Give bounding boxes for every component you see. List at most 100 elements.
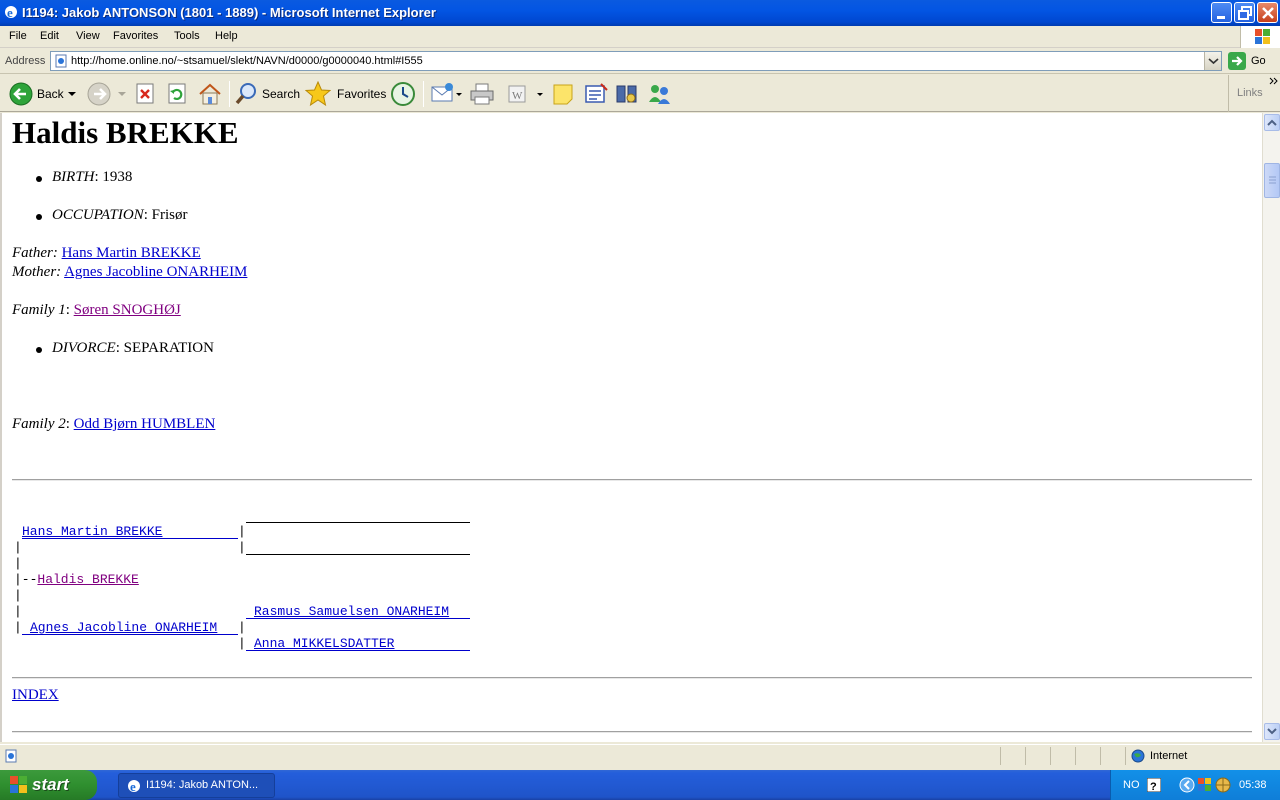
tree-maternal-grandmother-link[interactable]: Anna MIKKELSDATTER [254,636,394,651]
toolbar-separator [229,81,230,107]
address-dropdown-button[interactable] [1204,52,1221,70]
menu-favorites[interactable]: Favorites [113,30,158,42]
close-icon [1262,7,1274,19]
search-label: Search [262,87,301,101]
history-icon [391,82,415,106]
back-label: Back [37,87,64,101]
tree-line [246,650,470,651]
discuss-button[interactable] [551,80,577,108]
occupation-value: : Frisør [143,207,188,223]
start-button[interactable]: start [0,770,97,800]
tree-maternal-grandfather-link[interactable]: Rasmus Samuelsen ONARHEIM [254,604,449,619]
index-row: INDEX [12,687,59,704]
menu-edit[interactable]: Edit [40,30,59,42]
help-icon[interactable]: ? [1147,778,1161,792]
restore-button[interactable] [1234,2,1255,23]
research-icon [585,83,608,103]
family1-spouse-link[interactable]: Søren SNOGHØJ [74,302,181,318]
links-label: Links [1237,87,1263,99]
menu-tools[interactable]: Tools [174,30,200,42]
family1-line: Family 1: Søren SNOGHØJ [12,302,181,319]
scroll-up-button[interactable] [1264,114,1280,131]
menu-file[interactable]: File [9,30,27,42]
father-label: Father: [12,245,58,261]
scroll-down-button[interactable] [1264,723,1280,740]
scroll-thumb[interactable] [1264,163,1280,198]
birth-value: : 1938 [94,169,133,185]
print-button[interactable] [469,80,495,108]
messenger-button[interactable] [646,80,674,108]
mother-link[interactable]: Agnes Jacobline ONARHEIM [64,264,247,280]
language-indicator[interactable]: NO [1123,779,1140,791]
network-globe-icon[interactable] [1215,777,1231,793]
tree-mother-link[interactable]: Agnes Jacobline ONARHEIM [30,620,217,635]
go-arrow-icon[interactable] [1228,52,1246,70]
status-segment [1025,747,1026,765]
clock: 05:38 [1239,779,1267,791]
menu-view[interactable]: View [76,30,100,42]
father-link[interactable]: Hans Martin BREKKE [62,245,201,261]
tree-self-prefix: |-- [14,572,38,587]
home-button[interactable] [198,80,224,108]
svg-text:e: e [130,779,136,794]
minimize-icon [1217,16,1225,19]
globe-icon [1131,749,1145,763]
family2-line: Family 2: Odd Bjørn HUMBLEN [12,416,215,433]
research-button[interactable] [583,80,609,108]
status-segment [1075,747,1076,765]
page-content: Haldis BREKKE BIRTH: 1938 OCCUPATION: Fr… [0,113,1262,742]
system-tray: NO ? 05:38 [1110,770,1280,800]
favorites-button[interactable]: Favorites [305,80,386,108]
address-input[interactable]: http://home.online.no/~stsamuel/slekt/NA… [50,51,1222,71]
tree-self-link[interactable]: Haldis BREKKE [37,572,138,587]
menu-bar: File Edit View Favorites Tools Help [0,26,1280,48]
search-button[interactable]: Search [234,80,301,108]
color-tray-icon[interactable] [1197,777,1213,793]
taskbar-window-button[interactable]: e I1194: Jakob ANTON... [118,773,275,798]
forward-arrow-icon [87,82,111,106]
menu-help[interactable]: Help [215,30,238,42]
divorce-value: : SEPARATION [115,340,214,356]
links-toolbar[interactable]: Links [1228,75,1280,112]
forward-button[interactable] [86,80,128,108]
windows-flag-icon [1240,26,1280,48]
edit-button[interactable]: W [505,80,545,108]
mail-button[interactable] [430,80,464,108]
chevron-down-icon [1267,728,1277,735]
mother-line: Mother: Agnes Jacobline ONARHEIM [12,264,247,281]
standard-toolbar: Back Search Favorites W Links [0,75,1280,112]
svg-text:?: ? [1150,781,1157,792]
vertical-scrollbar[interactable] [1262,113,1280,742]
chevron-up-icon [1267,119,1277,126]
minimize-button[interactable] [1211,2,1232,23]
status-segment [1100,747,1101,765]
refresh-button[interactable] [166,80,190,108]
tree-line [22,634,238,635]
chevron-left-icon[interactable] [1179,777,1195,793]
close-button[interactable] [1257,2,1278,23]
svg-text:e: e [7,5,13,20]
tree-father-link[interactable]: Hans Martin BREKKE [22,524,238,539]
chevron-down-icon [118,92,126,96]
occupation-label: OCCUPATION [52,207,144,223]
status-segment [1050,747,1051,765]
ie-logo-icon: e [5,5,17,20]
index-link[interactable]: INDEX [12,687,59,703]
taskbar-window-label: I1194: Jakob ANTON... [146,779,259,791]
stop-button[interactable] [134,80,158,108]
family2-separator: : [65,416,70,432]
address-url: http://home.online.no/~stsamuel/slekt/NA… [71,55,423,67]
tree-connector: | [238,636,246,651]
family2-spouse-link[interactable]: Odd Bjørn HUMBLEN [74,416,216,432]
chevron-right-icon [1269,77,1278,85]
history-button[interactable] [390,80,416,108]
divider [12,731,1252,733]
printer-icon [470,83,494,105]
address-label: Address [5,55,46,67]
search-icon [235,83,256,105]
reference-button[interactable] [614,80,640,108]
divorce-fact: DIVORCE: SEPARATION [52,340,214,357]
tree-line [22,538,238,539]
back-button[interactable]: Back [8,80,78,108]
go-button[interactable]: Go [1251,55,1266,67]
